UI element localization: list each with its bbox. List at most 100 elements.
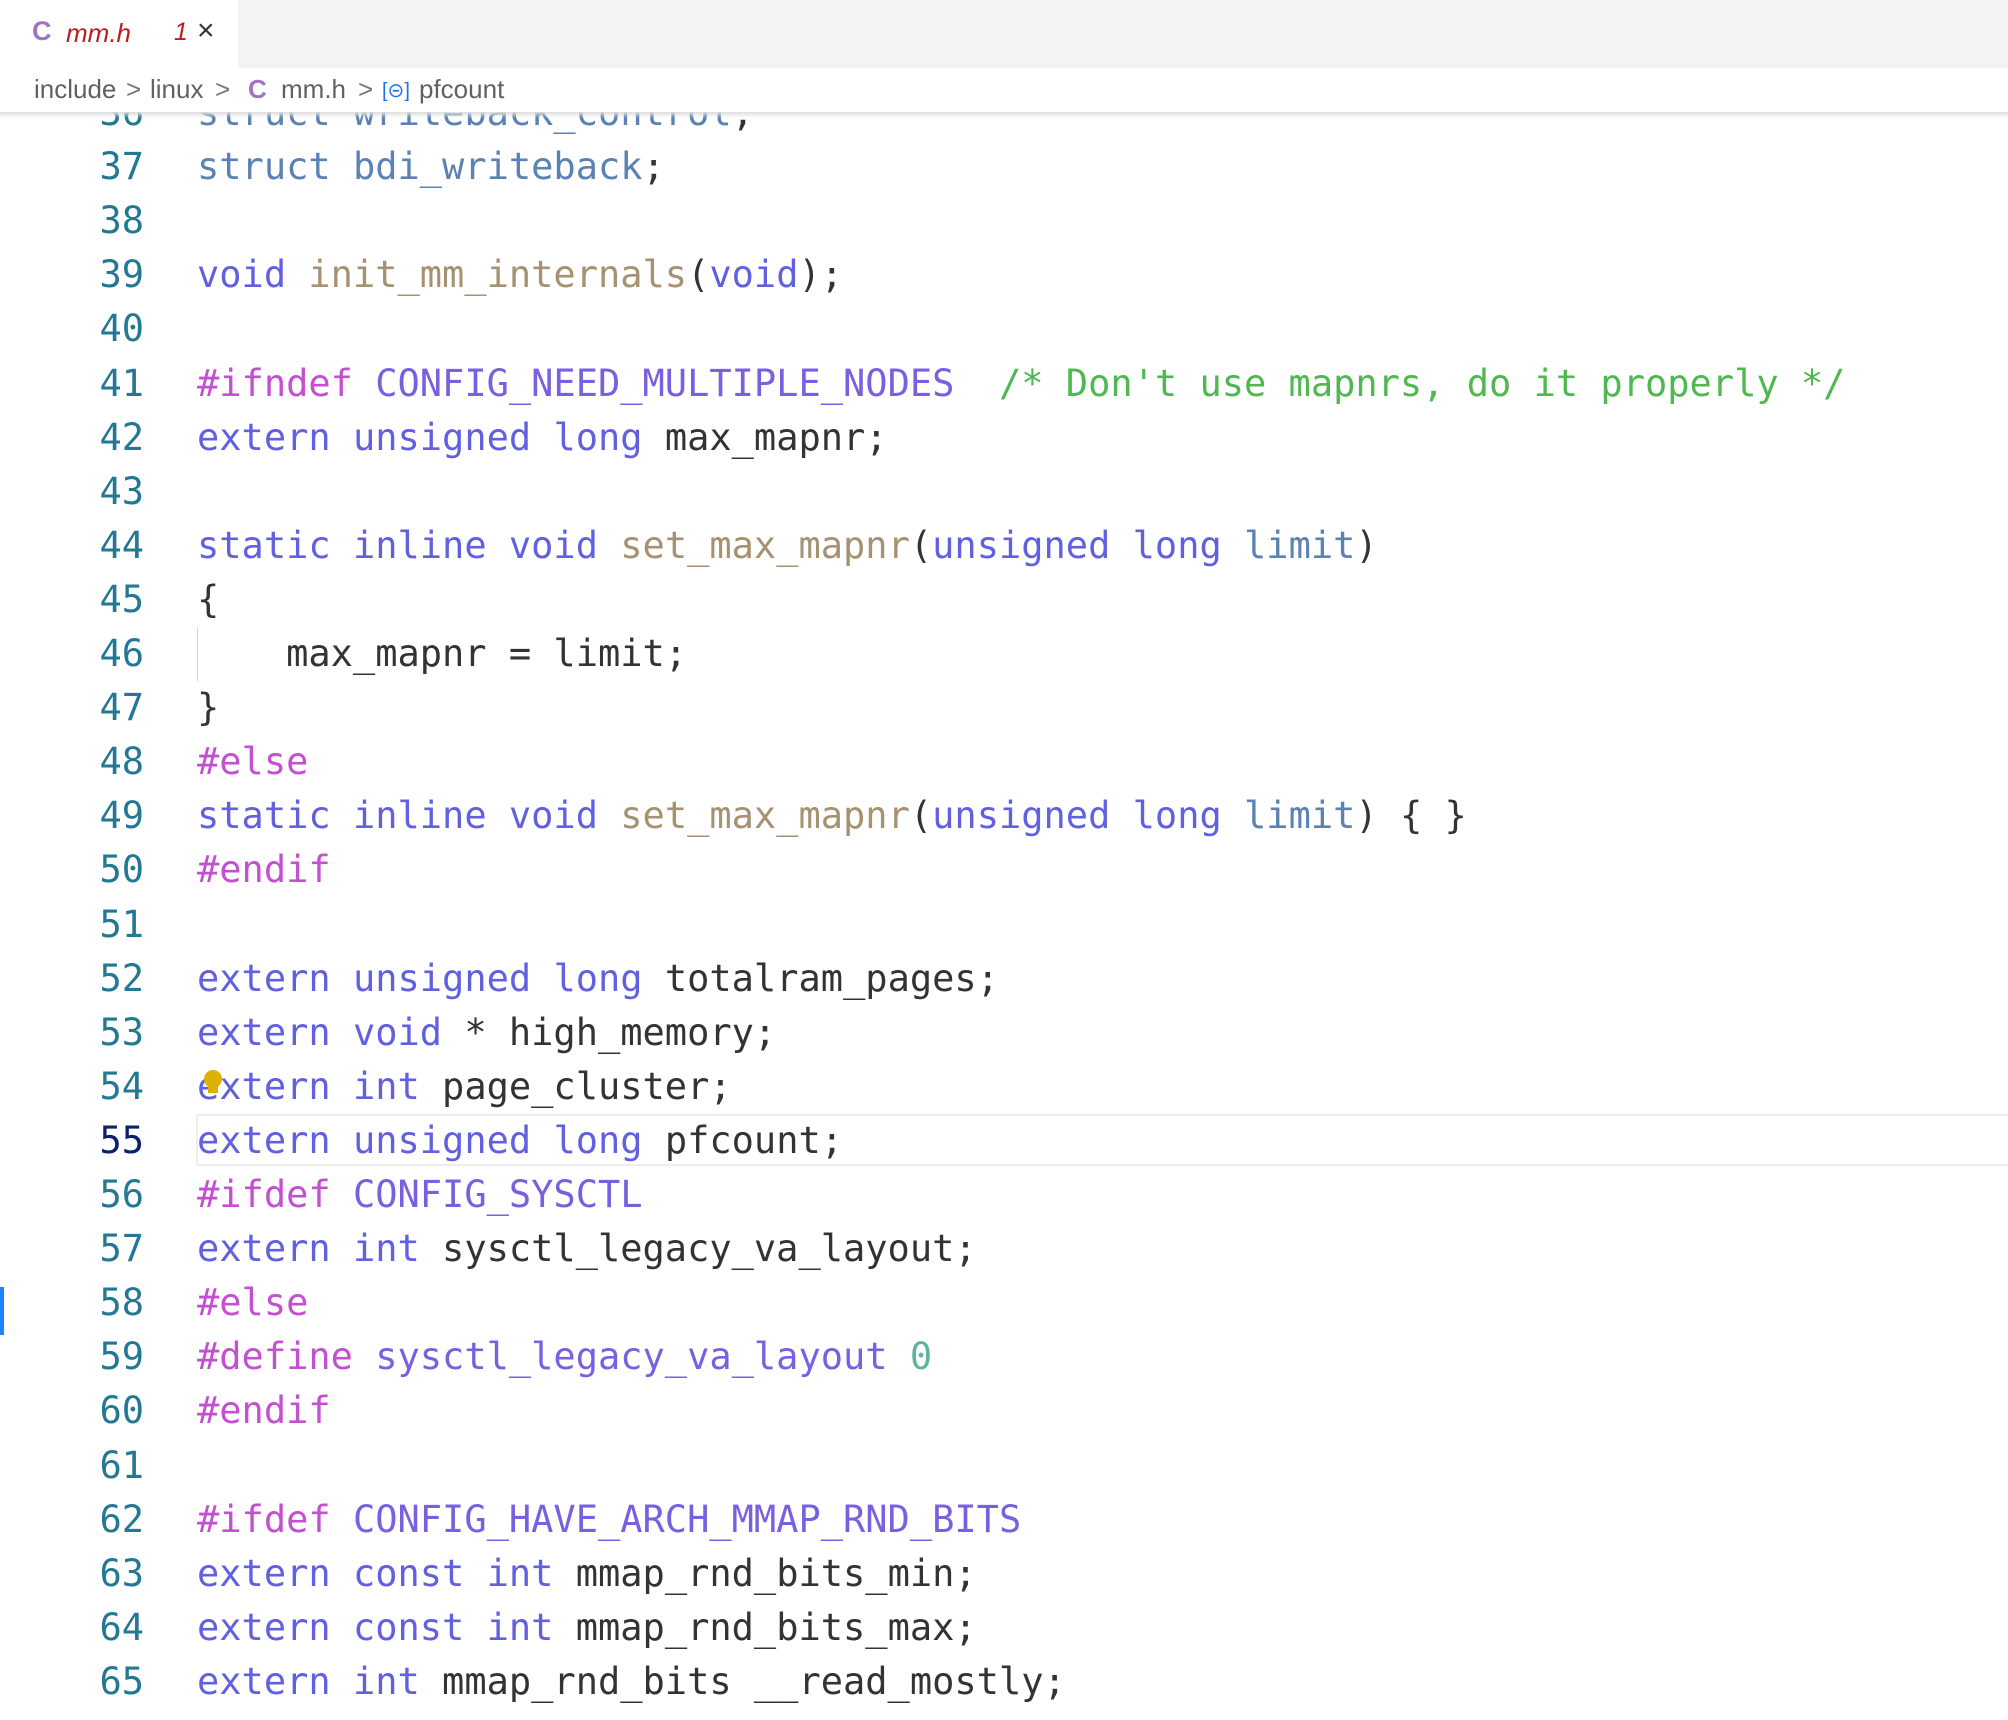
line-number: 61 — [99, 1443, 144, 1487]
code-line[interactable]: 38 — [0, 194, 2008, 248]
code-token: void — [352, 1010, 443, 1054]
code-line[interactable]: 44 static inline void set_max_mapnr(unsig… — [0, 519, 2008, 573]
chevron-right-icon: > — [126, 74, 142, 104]
code-token: set_max_mapnr — [620, 523, 910, 567]
line-number: 58 — [99, 1281, 144, 1325]
code-text: } — [197, 681, 219, 735]
code-text: #ifndef CONFIG_NEED_MULTIPLE_NODES /* Do… — [197, 357, 1845, 411]
code-line[interactable]: 37 struct bdi_writeback; — [0, 140, 2008, 194]
line-number: 37 — [99, 145, 144, 189]
code-token: void — [508, 794, 598, 838]
code-token: set_max_mapnr — [620, 794, 910, 838]
code-token: extern — [197, 956, 331, 1000]
code-text: #define sysctl_legacy_va_layout 0 — [197, 1330, 932, 1384]
scroll-shadow — [0, 112, 2008, 118]
close-icon[interactable]: × — [197, 14, 215, 48]
code-line[interactable]: 57 extern int sysctl_legacy_va_layout; — [0, 1222, 2008, 1276]
code-token: sysctl_legacy_va_layout; — [419, 1227, 977, 1271]
code-token: #else — [197, 1281, 309, 1325]
code-line[interactable]: 64 extern const int mmap_rnd_bits_max; — [0, 1601, 2008, 1655]
line-number: 65 — [99, 1659, 144, 1703]
code-token: limit — [1244, 523, 1356, 567]
code-token: sysctl_legacy_va_layout — [375, 1335, 888, 1379]
code-text: #endif — [197, 1384, 331, 1438]
chevron-right-icon: > — [358, 74, 374, 104]
code-editor[interactable]: 36 struct writeback_control; 37 struct bdi_… — [0, 112, 2008, 1706]
line-number: 51 — [99, 902, 144, 946]
code-token: unsigned — [352, 1118, 532, 1162]
code-token: long — [553, 956, 643, 1000]
code-text: extern int page_cluster; — [197, 1060, 732, 1114]
line-number: 46 — [99, 632, 144, 675]
code-token: #endif — [197, 848, 331, 892]
line-number: 52 — [99, 956, 144, 1000]
code-line[interactable]: 45 { — [0, 573, 2008, 627]
code-line[interactable]: 59 #define sysctl_legacy_va_layout 0 — [0, 1330, 2008, 1384]
code-token: bdi_writeback — [352, 145, 643, 189]
code-text: static inline void set_max_mapnr(unsigne… — [197, 519, 1378, 573]
code-text: { — [197, 573, 219, 627]
code-token: CONFIG_NEED_MULTIPLE_NODES — [375, 361, 955, 405]
code-line[interactable]: 51 — [0, 898, 2008, 952]
breadcrumb-item-linux[interactable]: linux — [150, 74, 203, 105]
line-number: 62 — [99, 1497, 144, 1541]
code-line[interactable]: 41 #ifndef CONFIG_NEED_MULTIPLE_NODES /* … — [0, 357, 2008, 411]
problems-count-badge: 1 — [174, 18, 188, 46]
code-line[interactable]: 65 extern int mmap_rnd_bits __read_mostly… — [0, 1655, 2008, 1706]
code-text: extern unsigned long max_mapnr; — [197, 411, 888, 465]
code-line[interactable]: 42 extern unsigned long max_mapnr; — [0, 411, 2008, 465]
code-line[interactable]: 55 extern unsigned long pfcount; — [0, 1113, 2008, 1168]
line-number: 54 — [99, 1064, 144, 1108]
code-line[interactable]: 47} — [0, 681, 2008, 735]
code-line[interactable]: 43 — [0, 465, 2008, 519]
breadcrumb-item-symbol[interactable]: pfcount — [419, 74, 504, 105]
code-text: #ifdef CONFIG_HAVE_ARCH_MMAP_RND_BITS — [197, 1493, 1021, 1547]
code-token: page_cluster; — [419, 1064, 732, 1108]
code-line[interactable]: 61 — [0, 1439, 2008, 1493]
line-number: 59 — [99, 1335, 144, 1379]
code-line[interactable]: 46 max_mapnr = limit; — [0, 627, 2008, 681]
breadcrumb-item-file[interactable]: mm.h — [281, 74, 346, 105]
code-token: extern — [197, 1227, 331, 1271]
tab-mm-h[interactable]: C mm.h 1 × — [0, 0, 238, 68]
code-line[interactable]: 58 #else — [0, 1276, 2008, 1330]
code-text: extern unsigned long pfcount; — [197, 1114, 843, 1168]
code-line[interactable]: 54 extern int page_cluster; — [0, 1060, 2008, 1114]
code-line[interactable]: 49 static inline void set_max_mapnr(unsig… — [0, 789, 2008, 843]
line-number: 42 — [99, 415, 144, 459]
code-line[interactable]: 40 — [0, 302, 2008, 356]
code-line[interactable]: 62 #ifdef CONFIG_HAVE_ARCH_MMAP_RND_BITS — [0, 1493, 2008, 1547]
code-line[interactable]: 48 #else — [0, 735, 2008, 789]
code-line[interactable]: 52 extern unsigned long totalram_pages; — [0, 952, 2008, 1006]
code-line[interactable]: 50 #endif — [0, 843, 2008, 897]
code-line[interactable]: 56 #ifdef CONFIG_SYSCTL — [0, 1168, 2008, 1222]
code-line[interactable]: 60 #endif — [0, 1384, 2008, 1438]
code-line[interactable]: 63 extern const int mmap_rnd_bits_min; — [0, 1547, 2008, 1601]
code-token: inline — [352, 523, 487, 567]
code-token: ( — [687, 253, 710, 297]
line-number: 57 — [99, 1227, 144, 1271]
code-token: ( — [909, 794, 933, 838]
breadcrumb-item-include[interactable]: include — [34, 74, 116, 105]
line-number: 53 — [99, 1010, 144, 1054]
code-token: #ifndef — [197, 361, 353, 405]
symbol-variable-icon: [⊝] — [382, 80, 410, 102]
code-text: static inline void set_max_mapnr(unsigne… — [197, 789, 1467, 843]
code-token: int — [352, 1659, 420, 1703]
code-line[interactable]: 53 extern void * high_memory; — [0, 1006, 2008, 1060]
line-number: 41 — [99, 361, 144, 405]
code-token: /* Don't use mapnrs, do it properly */ — [998, 361, 1846, 405]
code-line[interactable]: 39 void init_mm_internals(void); — [0, 248, 2008, 302]
